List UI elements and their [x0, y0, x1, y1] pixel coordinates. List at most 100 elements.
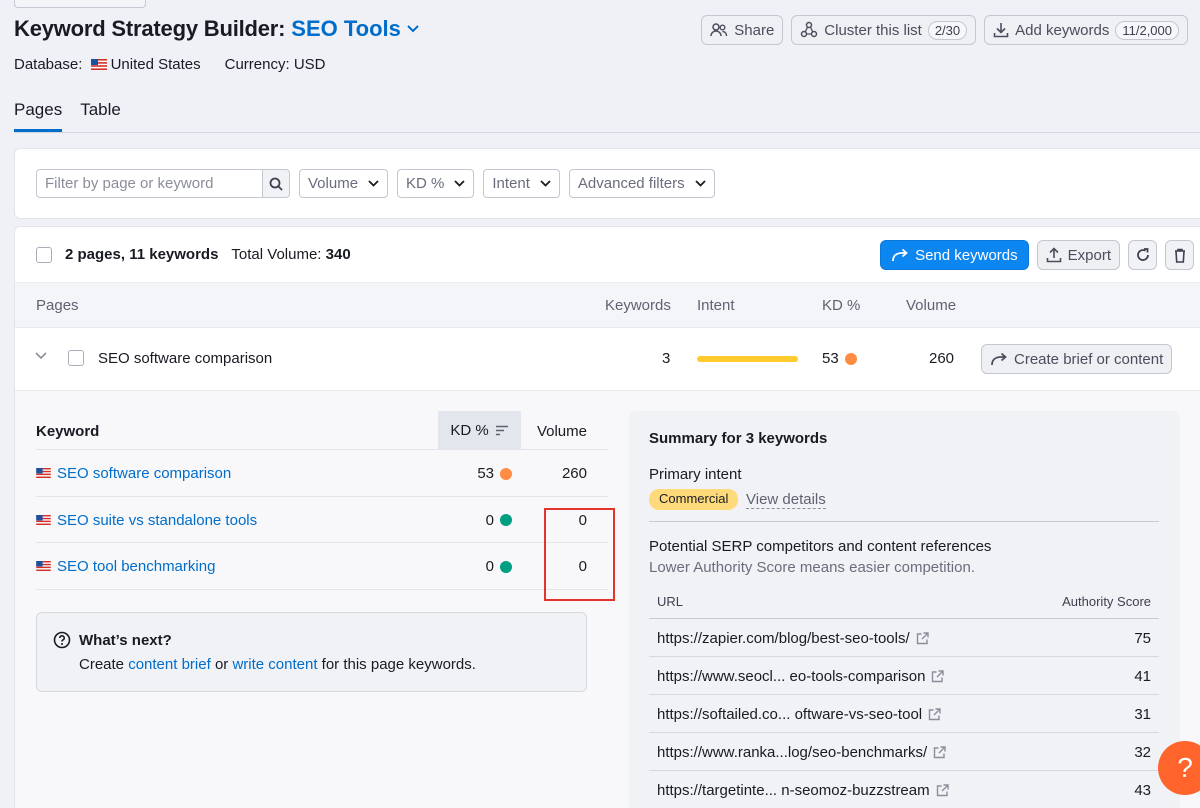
- download-icon: [993, 23, 1009, 38]
- share-button[interactable]: Share: [701, 15, 784, 45]
- competitor-url-link[interactable]: https://zapier.com/blog/best-seo-tools/: [657, 630, 929, 647]
- pages-toolbar: 2 pages, 11 keywords Total Volume: 340 S…: [15, 227, 1200, 283]
- refresh-button[interactable]: [1128, 240, 1157, 270]
- search-icon: [269, 177, 283, 191]
- whats-next-box: What’s next? Create content brief or wri…: [36, 612, 587, 692]
- create-brief-button[interactable]: Create brief or content: [981, 344, 1173, 374]
- competitor-url-link[interactable]: https://softailed.co... oftware-vs-seo-t…: [657, 706, 941, 723]
- intent-badge: Commercial: [649, 489, 739, 510]
- write-content-link[interactable]: write content: [232, 656, 317, 673]
- view-details-link[interactable]: View details: [746, 491, 826, 509]
- pages-column-headers: Pages Keywords Intent KD % Volume: [15, 283, 1200, 327]
- whats-next-title: What’s next?: [79, 631, 172, 649]
- pages-panel: 2 pages, 11 keywords Total Volume: 340 S…: [14, 226, 1200, 808]
- upload-icon: [1046, 247, 1061, 263]
- page-row: SEO software comparison 3 53 260 Create …: [15, 327, 1200, 391]
- col-intent: Intent: [697, 297, 735, 314]
- table-row: https://www.seocl... eo-tools-comparison…: [649, 657, 1159, 695]
- table-row: https://zapier.com/blog/best-seo-tools/ …: [649, 619, 1159, 657]
- competitors-note: Lower Authority Score means easier compe…: [649, 559, 975, 576]
- forward-arrow-icon: [991, 352, 1007, 366]
- kd-difficulty-dot: [500, 560, 512, 573]
- authority-score: 31: [1134, 706, 1151, 723]
- table-row: https://softailed.co... oftware-vs-seo-t…: [649, 695, 1159, 733]
- view-tabs: Pages Table: [14, 100, 1200, 133]
- project-name: SEO Tools: [291, 16, 401, 41]
- page-volume: 260: [929, 350, 955, 367]
- external-link-icon: [932, 670, 945, 683]
- add-keywords-counter: 11/2,000: [1115, 20, 1179, 40]
- summary-title: Summary for 3 keywords: [649, 430, 828, 447]
- page-keyword-count: 3: [662, 350, 671, 367]
- us-flag-icon: [90, 58, 107, 70]
- table-row: SEO tool benchmarking 0 0: [36, 543, 608, 590]
- add-keywords-button[interactable]: Add keywords 11/2,000: [984, 15, 1188, 45]
- keyword-link[interactable]: SEO suite vs standalone tools: [57, 512, 257, 529]
- keyword-volume: 260: [561, 465, 587, 482]
- external-link-icon: [928, 708, 941, 721]
- chevron-down-icon[interactable]: [35, 352, 47, 360]
- chevron-down-icon: [540, 180, 551, 187]
- page-name: SEO software comparison: [98, 350, 273, 367]
- volume-filter[interactable]: Volume: [299, 169, 389, 198]
- cluster-list-button[interactable]: Cluster this list 2/30: [791, 15, 977, 45]
- search-box: [36, 169, 290, 198]
- highlight-annotation: [544, 508, 615, 601]
- col-kd-sort[interactable]: KD %: [438, 411, 521, 450]
- kd-difficulty-dot: [500, 514, 512, 526]
- content-brief-link[interactable]: content brief: [128, 656, 211, 673]
- total-volume: Total Volume: 340: [231, 246, 351, 263]
- divider: [649, 521, 1159, 522]
- competitor-url-link[interactable]: https://www.ranka...log/seo-benchmarks/: [657, 744, 946, 761]
- keyword-kd: 0: [486, 512, 512, 529]
- cluster-counter: 2/30: [927, 20, 968, 40]
- competitor-url-link[interactable]: https://www.seocl... eo-tools-comparison: [657, 668, 945, 685]
- pages-summary: 2 pages, 11 keywords: [65, 246, 219, 263]
- keyword-table-header: Keyword KD % Volume: [36, 411, 608, 450]
- search-input[interactable]: [36, 169, 262, 198]
- advanced-filters[interactable]: Advanced filters: [568, 169, 715, 198]
- col-pages: Pages: [36, 297, 79, 314]
- keyword-kd: 0: [486, 558, 512, 575]
- competitor-url-table: URL Authority Score https://zapier.com/b…: [649, 583, 1159, 808]
- keyword-link[interactable]: SEO tool benchmarking: [57, 558, 215, 575]
- select-all-checkbox[interactable]: [36, 246, 52, 263]
- chevron-down-icon: [454, 180, 466, 187]
- intent-bar: [697, 356, 798, 362]
- table-row: https://www.ranka...log/seo-benchmarks/ …: [649, 733, 1159, 771]
- kd-difficulty-dot: [844, 352, 857, 365]
- col-kd: KD %: [822, 297, 861, 314]
- page-kd: 53: [822, 350, 857, 367]
- keyword-link[interactable]: SEO software comparison: [57, 465, 231, 482]
- toolbar-actions: Send keywords Export: [880, 240, 1194, 270]
- authority-score: 43: [1134, 782, 1151, 799]
- page-checkbox[interactable]: [68, 350, 84, 366]
- col-volume: Volume: [536, 423, 587, 440]
- kd-filter[interactable]: KD %: [397, 169, 475, 198]
- send-keywords-button[interactable]: Send keywords: [880, 240, 1029, 270]
- help-circle-icon: [53, 631, 71, 649]
- us-flag-icon: [36, 514, 51, 525]
- delete-button[interactable]: [1165, 240, 1194, 270]
- users-icon: [710, 23, 728, 37]
- trash-icon: [1174, 248, 1185, 263]
- competitor-url-link[interactable]: https://targetinte... n-seomoz-buzzstrea…: [657, 782, 949, 799]
- primary-intent-label: Primary intent: [649, 466, 742, 483]
- us-flag-icon: [36, 561, 51, 571]
- kd-difficulty-dot: [500, 467, 512, 480]
- whats-next-text: Create content brief or write content fo…: [79, 656, 476, 673]
- search-button[interactable]: [262, 169, 290, 198]
- col-keywords: Keywords: [605, 297, 671, 314]
- project-selector[interactable]: SEO Tools: [291, 16, 419, 42]
- top-button-stub[interactable]: [14, 0, 146, 8]
- export-button[interactable]: Export: [1036, 240, 1120, 270]
- chevron-down-icon: [695, 180, 706, 187]
- tab-pages[interactable]: Pages: [14, 100, 63, 132]
- tab-table[interactable]: Table: [80, 100, 121, 132]
- keyword-kd: 53: [477, 465, 512, 482]
- authority-score: 75: [1134, 630, 1151, 647]
- table-row: https://targetinte... n-seomoz-buzzstrea…: [649, 771, 1159, 808]
- cluster-icon: [801, 21, 818, 38]
- intent-filter[interactable]: Intent: [483, 169, 560, 198]
- external-link-icon: [933, 746, 946, 759]
